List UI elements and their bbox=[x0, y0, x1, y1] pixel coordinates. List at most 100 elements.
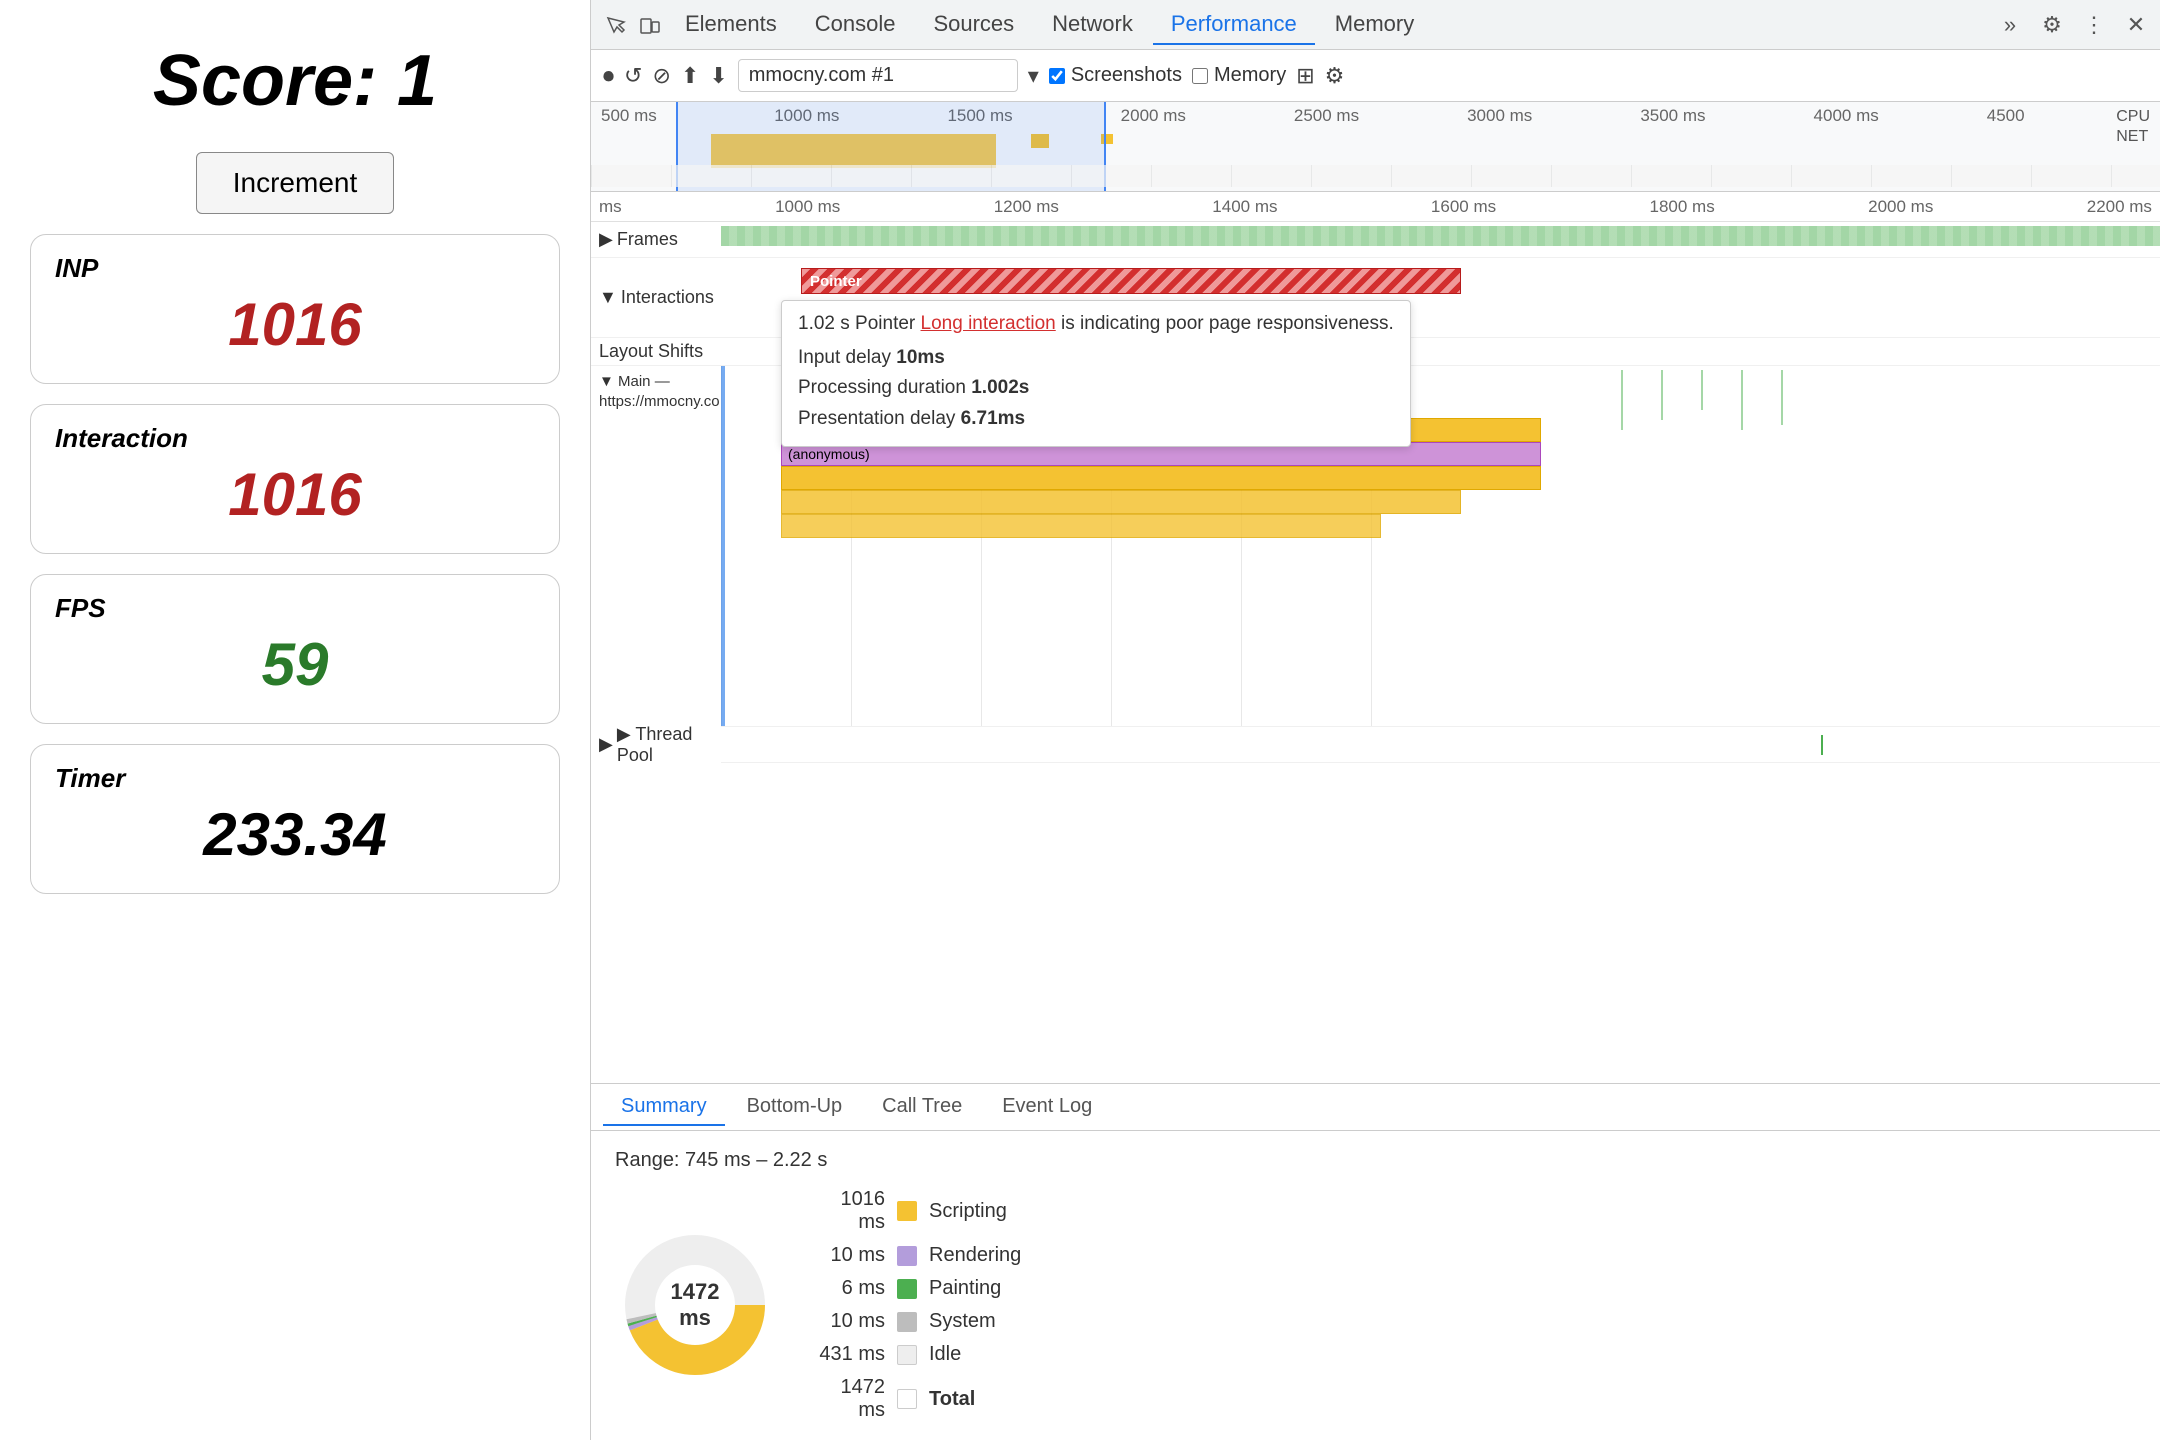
thread-pool-content bbox=[721, 727, 2160, 762]
memory-checkbox[interactable] bbox=[1192, 68, 1208, 84]
timer-card: Timer 233.34 bbox=[30, 744, 560, 894]
layout-shifts-label[interactable]: Layout Shifts bbox=[591, 341, 721, 362]
time-mark-2: 1200 ms bbox=[994, 197, 1059, 217]
interactions-track-label[interactable]: ▼ Interactions bbox=[591, 287, 721, 308]
timer-value: 233.34 bbox=[55, 800, 535, 869]
tab-network[interactable]: Network bbox=[1034, 5, 1151, 45]
frames-track-content bbox=[721, 222, 2160, 257]
timer-label: Timer bbox=[55, 763, 535, 794]
url-input[interactable] bbox=[738, 59, 1018, 92]
thread-pool-label[interactable]: ▶ ▶ Thread Pool bbox=[591, 724, 721, 766]
frames-track-label[interactable]: ▶ Frames bbox=[591, 229, 721, 250]
tab-performance[interactable]: Performance bbox=[1153, 5, 1315, 45]
idle-name: Idle bbox=[929, 1343, 961, 1366]
device-toggle-icon[interactable] bbox=[633, 9, 665, 41]
screenshots-checkbox[interactable] bbox=[1049, 68, 1065, 84]
total-name: Total bbox=[929, 1388, 975, 1411]
main-thread-label[interactable]: ▼ Main —https://mmocny.co bbox=[591, 366, 721, 411]
summary-section: Range: 745 ms – 2.22 s 147 bbox=[591, 1131, 2160, 1440]
time-mark-7: 2200 ms bbox=[2087, 197, 2152, 217]
interactions-track-row: ▼ Interactions Pointer 1.02 s Pointer Lo… bbox=[591, 258, 2160, 338]
settings-icon[interactable]: ⚙ bbox=[2036, 9, 2068, 41]
close-icon[interactable]: ✕ bbox=[2120, 9, 2152, 41]
rendering-swatch bbox=[897, 1246, 917, 1266]
legend-system: 10 ms System bbox=[815, 1310, 1021, 1333]
thread-pool-track-row: ▶ ▶ Thread Pool bbox=[591, 727, 2160, 763]
devtools-tab-bar: Elements Console Sources Network Perform… bbox=[591, 0, 2160, 50]
painting-swatch bbox=[897, 1279, 917, 1299]
tab-elements[interactable]: Elements bbox=[667, 5, 795, 45]
memory-checkbox-group: Memory bbox=[1192, 64, 1286, 87]
tooltip-processing-value: 1.002s bbox=[971, 377, 1029, 398]
capture-settings-icon[interactable]: ⊞ bbox=[1296, 63, 1314, 89]
legend-total-value: 1472 ms bbox=[815, 1376, 885, 1422]
upload-icon[interactable]: ⬆ bbox=[681, 63, 699, 89]
thread-pool-label-text: ▶ Thread Pool bbox=[617, 724, 721, 766]
thread-pool-bar bbox=[1821, 735, 1823, 755]
inp-card: INP 1016 bbox=[30, 234, 560, 384]
increment-button[interactable]: Increment bbox=[196, 152, 395, 214]
legend-rendering-value: 10 ms bbox=[815, 1244, 885, 1267]
download-icon[interactable]: ⬇ bbox=[709, 63, 727, 89]
url-dropdown-icon[interactable]: ▾ bbox=[1028, 63, 1039, 89]
tab-console[interactable]: Console bbox=[797, 5, 914, 45]
donut-center-label: 1472 ms bbox=[655, 1279, 735, 1331]
tooltip-input-delay: Input delay 10ms bbox=[798, 343, 1394, 373]
tab-summary[interactable]: Summary bbox=[603, 1089, 725, 1126]
overview-labels: CPU NET bbox=[2116, 108, 2150, 146]
stack-bar-1 bbox=[781, 490, 1461, 514]
legend-painting-value: 6 ms bbox=[815, 1277, 885, 1300]
bottom-tab-bar: Summary Bottom-Up Call Tree Event Log bbox=[591, 1083, 2160, 1131]
clear-icon[interactable]: ⊘ bbox=[652, 63, 670, 89]
timeline-overview[interactable]: 500 ms 1000 ms 1500 ms 2000 ms 2500 ms 3… bbox=[591, 102, 2160, 192]
tooltip-long-interaction-link[interactable]: Long interaction bbox=[921, 313, 1056, 334]
legend-idle: 431 ms Idle bbox=[815, 1343, 1021, 1366]
net-label: NET bbox=[2116, 128, 2150, 146]
legend-scripting: 1016 ms Scripting bbox=[815, 1188, 1021, 1234]
time-mark-0: ms bbox=[599, 197, 622, 217]
tooltip-header: 1.02 s Pointer Long interaction is indic… bbox=[798, 313, 1394, 335]
pointer-bar-label: Pointer bbox=[810, 273, 862, 290]
overview-mark-6: 3500 ms bbox=[1640, 106, 1813, 126]
painting-name: Painting bbox=[929, 1277, 1001, 1300]
tab-sources[interactable]: Sources bbox=[915, 5, 1032, 45]
tab-event-log[interactable]: Event Log bbox=[984, 1089, 1110, 1126]
green-bar-3 bbox=[1701, 370, 1703, 410]
scripting-name: Scripting bbox=[929, 1200, 1007, 1223]
more-tabs-icon[interactable]: » bbox=[1994, 9, 2026, 41]
memory-label: Memory bbox=[1214, 64, 1286, 87]
more-options-icon[interactable]: ⋮ bbox=[2078, 9, 2110, 41]
interactions-label-text: Interactions bbox=[621, 287, 714, 308]
reload-icon[interactable]: ↺ bbox=[624, 63, 642, 89]
frames-track-row: ▶ Frames bbox=[591, 222, 2160, 258]
green-bar-4 bbox=[1741, 370, 1743, 430]
tab-bottom-up[interactable]: Bottom-Up bbox=[729, 1089, 861, 1126]
inspect-icon[interactable] bbox=[599, 9, 631, 41]
tooltip-presentation-delay: Presentation delay 6.71ms bbox=[798, 404, 1394, 434]
screenshots-strip bbox=[591, 165, 2160, 187]
idle-swatch bbox=[897, 1345, 917, 1365]
settings-gear-icon[interactable]: ⚙ bbox=[1325, 63, 1345, 89]
layout-shifts-text: Layout Shifts bbox=[599, 341, 703, 362]
legend-painting: 6 ms Painting bbox=[815, 1277, 1021, 1300]
time-mark-4: 1600 ms bbox=[1431, 197, 1496, 217]
interaction-label: Interaction bbox=[55, 423, 535, 454]
anonymous-label: (anonymous) bbox=[788, 446, 870, 462]
selection-border bbox=[721, 366, 725, 726]
tab-call-tree[interactable]: Call Tree bbox=[864, 1089, 980, 1126]
inp-value: 1016 bbox=[55, 290, 535, 359]
interaction-card: Interaction 1016 bbox=[30, 404, 560, 554]
fps-label: FPS bbox=[55, 593, 535, 624]
stack-bar-2 bbox=[781, 514, 1381, 538]
legend-rendering: 10 ms Rendering bbox=[815, 1244, 1021, 1267]
pointer-interaction-bar[interactable]: Pointer bbox=[801, 268, 1461, 294]
overview-mark-5: 3000 ms bbox=[1467, 106, 1640, 126]
legend-idle-value: 431 ms bbox=[815, 1343, 885, 1366]
tab-memory[interactable]: Memory bbox=[1317, 5, 1432, 45]
summary-content: 1472 ms 1016 ms Scripting 10 ms Renderin… bbox=[615, 1188, 2136, 1422]
legend-scripting-value: 1016 ms bbox=[815, 1188, 885, 1234]
tooltip-suffix: is indicating poor page responsiveness. bbox=[1061, 313, 1394, 334]
record-icon[interactable]: ⏺ bbox=[603, 63, 614, 89]
tracks-container[interactable]: ▶ Frames ▼ Interactions Pointer bbox=[591, 222, 2160, 1083]
performance-toolbar: ⏺ ↺ ⊘ ⬆ ⬇ ▾ Screenshots Memory ⊞ ⚙ bbox=[591, 50, 2160, 102]
